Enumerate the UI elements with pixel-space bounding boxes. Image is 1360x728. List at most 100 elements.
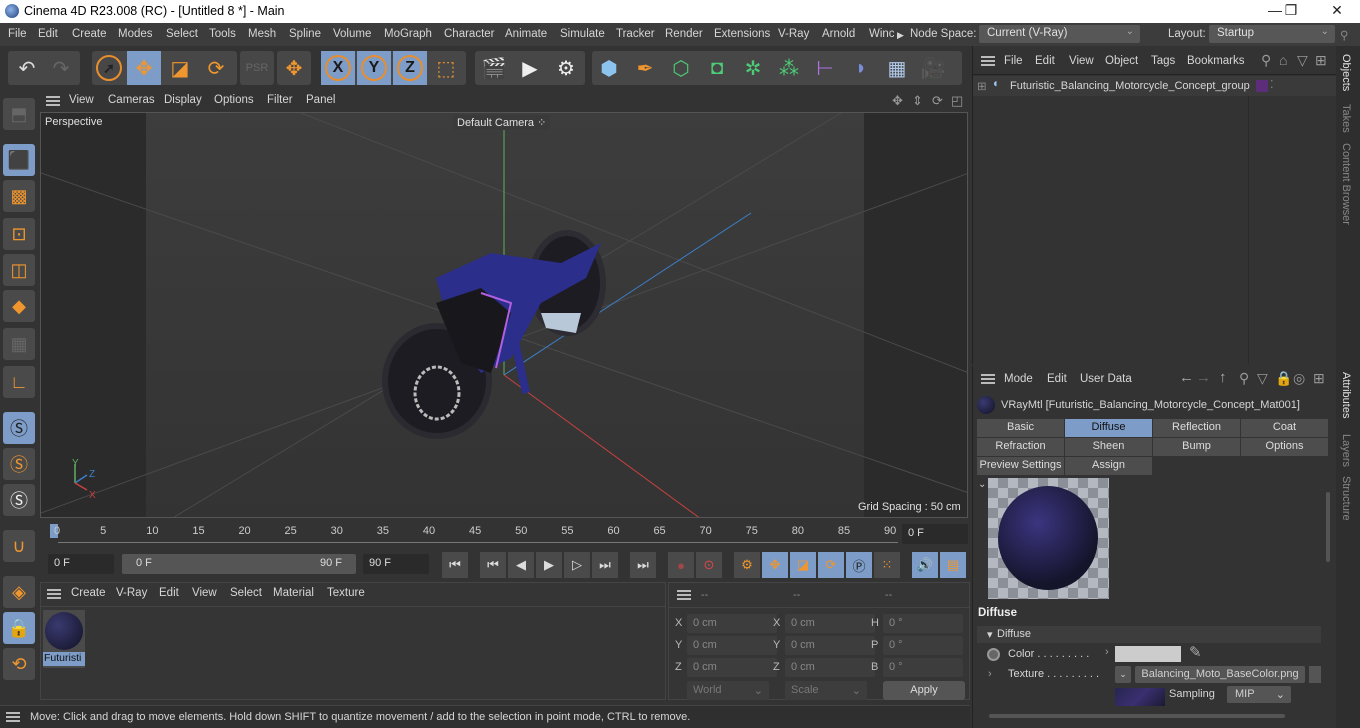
- side-tab-structure[interactable]: Structure: [1340, 476, 1352, 521]
- texture-file-button[interactable]: Balancing_Moto_BaseColor.png: [1135, 666, 1305, 683]
- locked-workplane-icon[interactable]: 🔒: [3, 612, 35, 644]
- menu-create[interactable]: Create: [72, 28, 107, 40]
- coordinate-system-icon[interactable]: ⬚: [429, 51, 463, 85]
- material-menu-create[interactable]: Create: [71, 587, 106, 599]
- apply-button[interactable]: Apply: [883, 681, 965, 700]
- menu-window[interactable]: Winc: [869, 28, 895, 40]
- target-icon[interactable]: ◎: [1293, 370, 1305, 387]
- side-tab-objects[interactable]: Objects: [1340, 54, 1352, 91]
- tab-assign[interactable]: Assign: [1065, 457, 1153, 475]
- polygon-mode-icon[interactable]: ◆: [3, 290, 35, 322]
- back-arrow-icon[interactable]: ←: [1179, 369, 1194, 386]
- motorcycle-model[interactable]: [382, 230, 606, 439]
- move-icon[interactable]: ✥: [127, 51, 161, 85]
- new-panel-icon[interactable]: ⊞: [1313, 370, 1325, 387]
- material-swatch[interactable]: Futuristi: [43, 610, 85, 668]
- hamburger-menu-icon[interactable]: [677, 590, 691, 600]
- side-tab-attributes[interactable]: Attributes: [1340, 372, 1352, 418]
- menu-vray[interactable]: V-Ray: [778, 28, 809, 40]
- color-swatch[interactable]: [1115, 646, 1181, 662]
- tab-sheen[interactable]: Sheen: [1065, 438, 1153, 456]
- texture-expand-icon[interactable]: ›: [988, 668, 992, 680]
- search-icon[interactable]: ⚲: [1239, 370, 1249, 387]
- tab-coat[interactable]: Coat: [1241, 419, 1329, 437]
- hamburger-menu-icon[interactable]: [981, 56, 995, 66]
- menu-animate[interactable]: Animate: [505, 28, 547, 40]
- visibility-dots-icon[interactable]: ⁚: [1270, 78, 1274, 91]
- objects-menu-view[interactable]: View: [1069, 55, 1094, 67]
- rot-b-field[interactable]: 0 °: [883, 658, 963, 677]
- menu-character[interactable]: Character: [444, 28, 495, 40]
- psr-icon[interactable]: PSR: [240, 51, 274, 85]
- start-frame-field[interactable]: 0 F: [48, 554, 114, 574]
- pan-view-icon[interactable]: ✥: [892, 93, 903, 109]
- texture-extra-button[interactable]: [1309, 666, 1321, 683]
- size-x-field[interactable]: 0 cm: [785, 614, 875, 633]
- menu-edit[interactable]: Edit: [38, 28, 58, 40]
- key-rotation-toggle[interactable]: ⟳: [818, 552, 844, 578]
- hamburger-menu-icon[interactable]: [47, 589, 61, 599]
- pos-z-field[interactable]: 0 cm: [687, 658, 777, 677]
- bend-icon[interactable]: ◗: [844, 51, 878, 85]
- pos-x-field[interactable]: 0 cm: [687, 614, 777, 633]
- rot-h-field[interactable]: 0 °: [883, 614, 963, 633]
- frame-range-slider[interactable]: 0 F 90 F: [122, 554, 356, 574]
- viewport-menu-options[interactable]: Options: [214, 94, 254, 106]
- go-to-end-button[interactable]: ⏭: [592, 552, 618, 578]
- tab-reflection[interactable]: Reflection: [1153, 419, 1241, 437]
- undo-icon[interactable]: ↶: [10, 51, 44, 85]
- redo-icon[interactable]: ↷: [44, 51, 78, 85]
- tab-basic[interactable]: Basic: [977, 419, 1065, 437]
- menu-volume[interactable]: Volume: [333, 28, 371, 40]
- solo-hierarchy-icon[interactable]: Ⓢ: [3, 484, 35, 516]
- material-menu-vray[interactable]: V-Ray: [116, 587, 147, 599]
- eyedropper-icon[interactable]: ✎: [1189, 643, 1202, 661]
- scale-icon[interactable]: ◪: [163, 51, 197, 85]
- deformer-icon[interactable]: ⊢: [808, 51, 842, 85]
- menu-mograph[interactable]: MoGraph: [384, 28, 432, 40]
- objects-menu-tags[interactable]: Tags: [1151, 55, 1175, 67]
- menu-arnold[interactable]: Arnold: [822, 28, 855, 40]
- keyframe-selection-icon[interactable]: ⚙: [734, 552, 760, 578]
- texture-menu-button[interactable]: ⌄: [1115, 666, 1131, 683]
- objects-menu-object[interactable]: Object: [1105, 55, 1138, 67]
- camera-name-label[interactable]: Default Camera ⁘: [453, 115, 551, 130]
- vertical-scrollbar[interactable]: [1326, 492, 1330, 562]
- floor-icon[interactable]: ▦: [880, 51, 914, 85]
- autokey-button[interactable]: ⊙: [696, 552, 722, 578]
- zoom-view-icon[interactable]: ⇕: [912, 93, 923, 109]
- object-name[interactable]: Futuristic_Balancing_Motorcycle_Concept_…: [1010, 80, 1250, 92]
- viewport-menu-display[interactable]: Display: [164, 94, 202, 106]
- sound-icon[interactable]: 🔊: [912, 552, 938, 578]
- key-position-toggle[interactable]: ✥: [762, 552, 788, 578]
- subdivision-surface-icon[interactable]: ⬡: [664, 51, 698, 85]
- sampling-dropdown[interactable]: MIP ⌄: [1227, 686, 1291, 703]
- edge-mode-icon[interactable]: ◫: [3, 254, 35, 286]
- hamburger-menu-icon[interactable]: [981, 374, 995, 384]
- color-animate-radio[interactable]: [987, 648, 1000, 661]
- attributes-menu-edit[interactable]: Edit: [1047, 373, 1067, 385]
- viewport-menu-filter[interactable]: Filter: [267, 94, 293, 106]
- objects-menu-file[interactable]: File: [1004, 55, 1023, 67]
- menu-spline[interactable]: Spline: [289, 28, 321, 40]
- uv-mode-icon[interactable]: ▦: [3, 328, 35, 360]
- tab-diffuse[interactable]: Diffuse: [1065, 419, 1153, 437]
- play-button[interactable]: ▶: [536, 552, 562, 578]
- filter-icon[interactable]: ▽: [1257, 370, 1268, 387]
- solo-off-icon[interactable]: Ⓢ: [3, 412, 35, 444]
- material-menu-material[interactable]: Material: [273, 587, 314, 599]
- make-editable-icon[interactable]: ⬒: [3, 98, 35, 130]
- side-tab-content-browser[interactable]: Content Browser: [1340, 143, 1352, 225]
- extrude-icon[interactable]: ◘: [700, 51, 734, 85]
- go-to-previous-key-button[interactable]: ⏮: [480, 552, 506, 578]
- material-menu-texture[interactable]: Texture: [327, 587, 365, 599]
- render-view-icon[interactable]: 🎬: [477, 51, 511, 85]
- axis-mode-icon[interactable]: ∟: [3, 366, 35, 398]
- lock-icon[interactable]: 🔒: [1275, 370, 1292, 387]
- viewport-menu-view[interactable]: View: [69, 94, 94, 106]
- x-axis-toggle[interactable]: X: [321, 51, 355, 85]
- collapse-chevron-icon[interactable]: ⌄: [978, 479, 986, 490]
- diffuse-group-header[interactable]: ▾ Diffuse: [977, 626, 1321, 643]
- move-axis-icon[interactable]: ✥: [277, 51, 311, 85]
- menu-render[interactable]: Render: [665, 28, 703, 40]
